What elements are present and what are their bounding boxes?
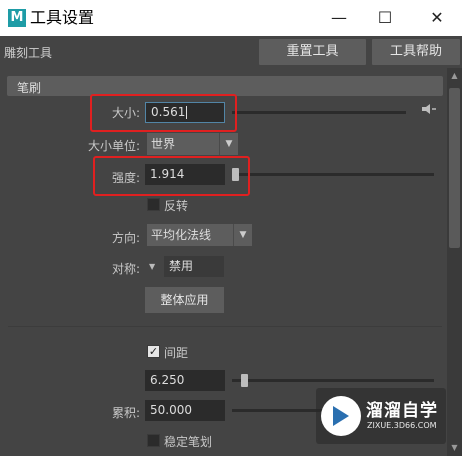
buildup-input[interactable]: 50.000 [145, 400, 225, 421]
symmetry-value: 禁用 [169, 259, 194, 273]
symmetry-label: 对称: [111, 262, 140, 276]
stabilize-stroke-checkbox[interactable] [147, 434, 160, 447]
size-highlight-box [90, 94, 237, 132]
size-unit-value: 世界 [151, 137, 176, 151]
size-unit-dropdown[interactable]: 世界 ▼ [147, 133, 238, 155]
minimize-button[interactable]: — [316, 0, 362, 36]
minimize-icon: — [331, 8, 347, 27]
scroll-down-icon[interactable]: ▼ [447, 442, 462, 454]
vertical-scrollbar[interactable]: ▲ ▼ [447, 68, 462, 456]
close-icon: ✕ [430, 8, 444, 27]
buildup-slider-track[interactable] [232, 409, 322, 412]
direction-label: 方向: [111, 231, 140, 245]
symmetry-field[interactable]: 禁用 [164, 256, 224, 277]
chevron-down-icon: ▼ [219, 133, 238, 155]
spacing-slider-track[interactable] [232, 379, 434, 382]
chevron-down-icon: ▼ [233, 224, 252, 246]
spacing-slider-handle[interactable] [241, 374, 248, 387]
buildup-label: 累积: [111, 406, 140, 420]
spacing-value: 6.250 [150, 373, 185, 387]
buildup-value: 50.000 [150, 403, 192, 417]
spacing-label: 间距 [164, 346, 189, 360]
brush-section-header[interactable]: 笔刷 [7, 76, 443, 96]
watermark-title: 溜溜自学 [366, 401, 438, 421]
stabilize-stroke-label: 稳定笔划 [164, 435, 213, 449]
size-slider-track[interactable] [232, 111, 406, 114]
close-button[interactable]: ✕ [414, 0, 460, 36]
direction-value: 平均化法线 [151, 228, 212, 242]
direction-dropdown[interactable]: 平均化法线 ▼ [147, 224, 252, 246]
reset-tool-button[interactable]: 重置工具 [259, 39, 366, 65]
tool-toolbar: 雕刻工具 重置工具 工具帮助 [0, 36, 462, 68]
watermark-subtitle: ZIXUE.3D66.COM [367, 421, 437, 430]
maximize-button[interactable]: ☐ [362, 0, 408, 36]
section-divider [8, 326, 442, 327]
symmetry-expand-icon[interactable]: ▼ [149, 262, 155, 271]
window-title: 工具设置 [30, 8, 95, 27]
watermark: 溜溜自学 ZIXUE.3D66.COM [316, 388, 446, 444]
scroll-thumb[interactable] [449, 88, 460, 248]
invert-label: 反转 [164, 199, 189, 213]
title-bar: M 工具设置 — ☐ ✕ [0, 0, 462, 36]
scroll-up-icon[interactable]: ▲ [447, 70, 462, 82]
strength-slider-track[interactable] [232, 173, 434, 176]
tool-name-label: 雕刻工具 [4, 46, 53, 60]
spacing-input[interactable]: 6.250 [145, 370, 225, 391]
checkmark-icon: ✓ [148, 345, 159, 358]
maya-app-icon: M [8, 9, 26, 27]
watermark-logo-icon [321, 396, 361, 436]
brush-section-title: 笔刷 [17, 81, 42, 95]
size-unit-label: 大小单位: [87, 139, 140, 153]
strength-highlight-box [93, 156, 250, 196]
speaker-icon[interactable] [422, 104, 436, 114]
apply-all-button[interactable]: 整体应用 [145, 287, 224, 313]
spacing-checkbox[interactable]: ✓ [147, 345, 160, 358]
maximize-icon: ☐ [377, 8, 393, 27]
tool-help-button[interactable]: 工具帮助 [372, 39, 460, 65]
invert-checkbox[interactable] [147, 198, 160, 211]
